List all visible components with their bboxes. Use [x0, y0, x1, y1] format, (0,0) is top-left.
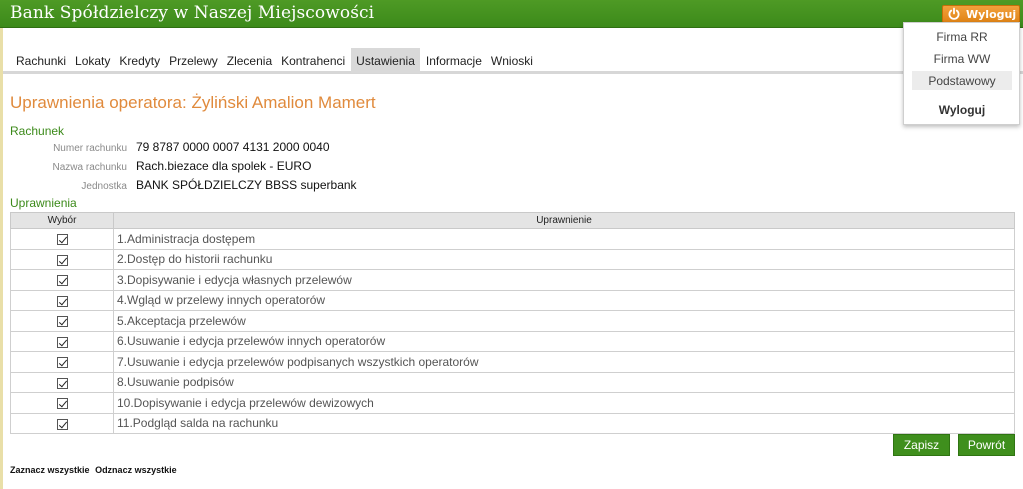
- select-cell: [10, 310, 114, 332]
- nav-item-przelewy[interactable]: Przelewy: [166, 48, 221, 73]
- top-bar: Bank Spółdzielczy w Naszej Miejscowości: [0, 0, 1023, 28]
- nav-item-informacje[interactable]: Informacje: [423, 48, 485, 73]
- table-row: 5.Akceptacja przelewów: [10, 310, 1015, 332]
- table-row: 4.Wgląd w przelewy innych operatorów: [10, 289, 1015, 311]
- table-row: 7.Usuwanie i edycja przelewów podpisanyc…: [10, 351, 1015, 373]
- unit-value: BANK SPÓŁDZIELCZY BBSS superbank: [136, 178, 357, 192]
- table-row: 11.Podgląd salda na rachunku: [10, 412, 1015, 434]
- column-header-permission: Uprawnienie: [113, 212, 1015, 229]
- select-cell: [10, 228, 114, 250]
- column-header-select: Wybór: [10, 212, 114, 229]
- table-row: 2.Dostęp do historii rachunku: [10, 248, 1015, 270]
- select-cell: [10, 269, 114, 291]
- dropdown-item-firma-ww[interactable]: Firma WW: [912, 49, 1012, 68]
- page-title: Uprawnienia operatora: Żyliński Amalion …: [10, 93, 376, 112]
- account-number-value: 79 8787 0000 0007 4131 2000 0040: [136, 140, 330, 154]
- permission-label: 5.Akceptacja przelewów: [113, 310, 1015, 332]
- select-cell: [10, 289, 114, 311]
- permission-checkbox[interactable]: [56, 234, 68, 246]
- account-number-label: Numer rachunku: [53, 143, 127, 154]
- table-row: 10.Dopisywanie i edycja przelewów dewizo…: [10, 392, 1015, 414]
- select-cell: [10, 330, 114, 352]
- back-button[interactable]: Powrót: [958, 434, 1015, 456]
- table-row: 3.Dopisywanie i edycja własnych przelewó…: [10, 269, 1015, 291]
- logout-button-label: Wyloguj: [966, 7, 1017, 21]
- permissions-table-body: 1.Administracja dostępem 2.Dostęp do hist…: [10, 228, 1015, 434]
- deselect-all-link[interactable]: Odznacz wszystkie: [95, 465, 177, 475]
- table-header-row: Wybór Uprawnienie: [10, 212, 1015, 229]
- select-cell: [10, 392, 114, 414]
- permission-label: 8.Usuwanie podpisów: [113, 371, 1015, 393]
- nav-item-rachunki[interactable]: Rachunki: [13, 48, 69, 73]
- permission-label: 4.Wgląd w przelewy innych operatorów: [113, 289, 1015, 311]
- account-name-value: Rach.biezace dla spolek - EURO: [136, 159, 312, 173]
- bottom-links: Zaznacz wszystkie Odznacz wszystkie: [10, 465, 180, 475]
- nav-item-zlecenia[interactable]: Zlecenia: [224, 48, 275, 73]
- permission-checkbox[interactable]: [56, 336, 68, 348]
- permission-checkbox[interactable]: [56, 357, 68, 369]
- select-cell: [10, 412, 114, 434]
- permission-label: 3.Dopisywanie i edycja własnych przelewó…: [113, 269, 1015, 291]
- dropdown-logout-item[interactable]: Wyloguj: [912, 100, 1012, 119]
- save-button[interactable]: Zapisz: [893, 434, 950, 456]
- main-nav: Rachunki Lokaty Kredyty Przelewy Zlecenia Kon…: [3, 28, 1023, 74]
- left-strip: [0, 28, 3, 489]
- permission-checkbox[interactable]: [56, 316, 68, 328]
- permission-label: 11.Podgląd salda na rachunku: [113, 412, 1015, 434]
- permission-label: 10.Dopisywanie i edycja przelewów dewizo…: [113, 392, 1015, 414]
- permissions-section-label: Uprawnienia: [10, 196, 77, 210]
- nav-items: Rachunki Lokaty Kredyty Przelewy Zlecenia Kon…: [13, 48, 539, 73]
- table-row: 8.Usuwanie podpisów: [10, 371, 1015, 393]
- permission-label: 1.Administracja dostępem: [113, 228, 1015, 250]
- nav-item-ustawienia[interactable]: Ustawienia: [351, 48, 420, 73]
- account-name-label: Nazwa rachunku: [52, 162, 127, 173]
- dropdown-item-podstawowy[interactable]: Podstawowy: [912, 71, 1012, 90]
- account-section-label: Rachunek: [10, 124, 65, 138]
- nav-item-kontrahenci[interactable]: Kontrahenci: [278, 48, 348, 73]
- nav-item-lokaty[interactable]: Lokaty: [72, 48, 113, 73]
- table-row: 6.Usuwanie i edycja przelewów innych ope…: [10, 330, 1015, 352]
- nav-item-kredyty[interactable]: Kredyty: [116, 48, 163, 73]
- permission-checkbox[interactable]: [56, 398, 68, 410]
- nav-item-wnioski[interactable]: Wnioski: [488, 48, 536, 73]
- permission-label: 7.Usuwanie i edycja przelewów podpisanyc…: [113, 351, 1015, 373]
- unit-label: Jednostka: [81, 181, 127, 192]
- permission-checkbox[interactable]: [56, 295, 68, 307]
- permission-checkbox[interactable]: [56, 254, 68, 266]
- permission-label: 6.Usuwanie i edycja przelewów innych ope…: [113, 330, 1015, 352]
- select-cell: [10, 248, 114, 270]
- permissions-table: Wybór Uprawnienie 1.Administracja dostęp…: [10, 212, 1015, 434]
- power-icon: [947, 7, 961, 21]
- permission-label: 2.Dostęp do historii rachunku: [113, 248, 1015, 270]
- permission-checkbox[interactable]: [56, 418, 68, 430]
- logout-button[interactable]: Wyloguj: [942, 5, 1020, 23]
- dropdown-item-firma-rr[interactable]: Firma RR: [912, 27, 1012, 46]
- permission-checkbox[interactable]: [56, 377, 68, 389]
- permission-checkbox[interactable]: [56, 275, 68, 287]
- bank-name: Bank Spółdzielczy w Naszej Miejscowości: [10, 3, 375, 23]
- select-all-link[interactable]: Zaznacz wszystkie: [10, 465, 90, 475]
- select-cell: [10, 351, 114, 373]
- select-cell: [10, 371, 114, 393]
- account-dropdown-menu: Wyloguj Firma RR Firma WW Podstawowy: [903, 22, 1020, 125]
- table-row: 1.Administracja dostępem: [10, 228, 1015, 250]
